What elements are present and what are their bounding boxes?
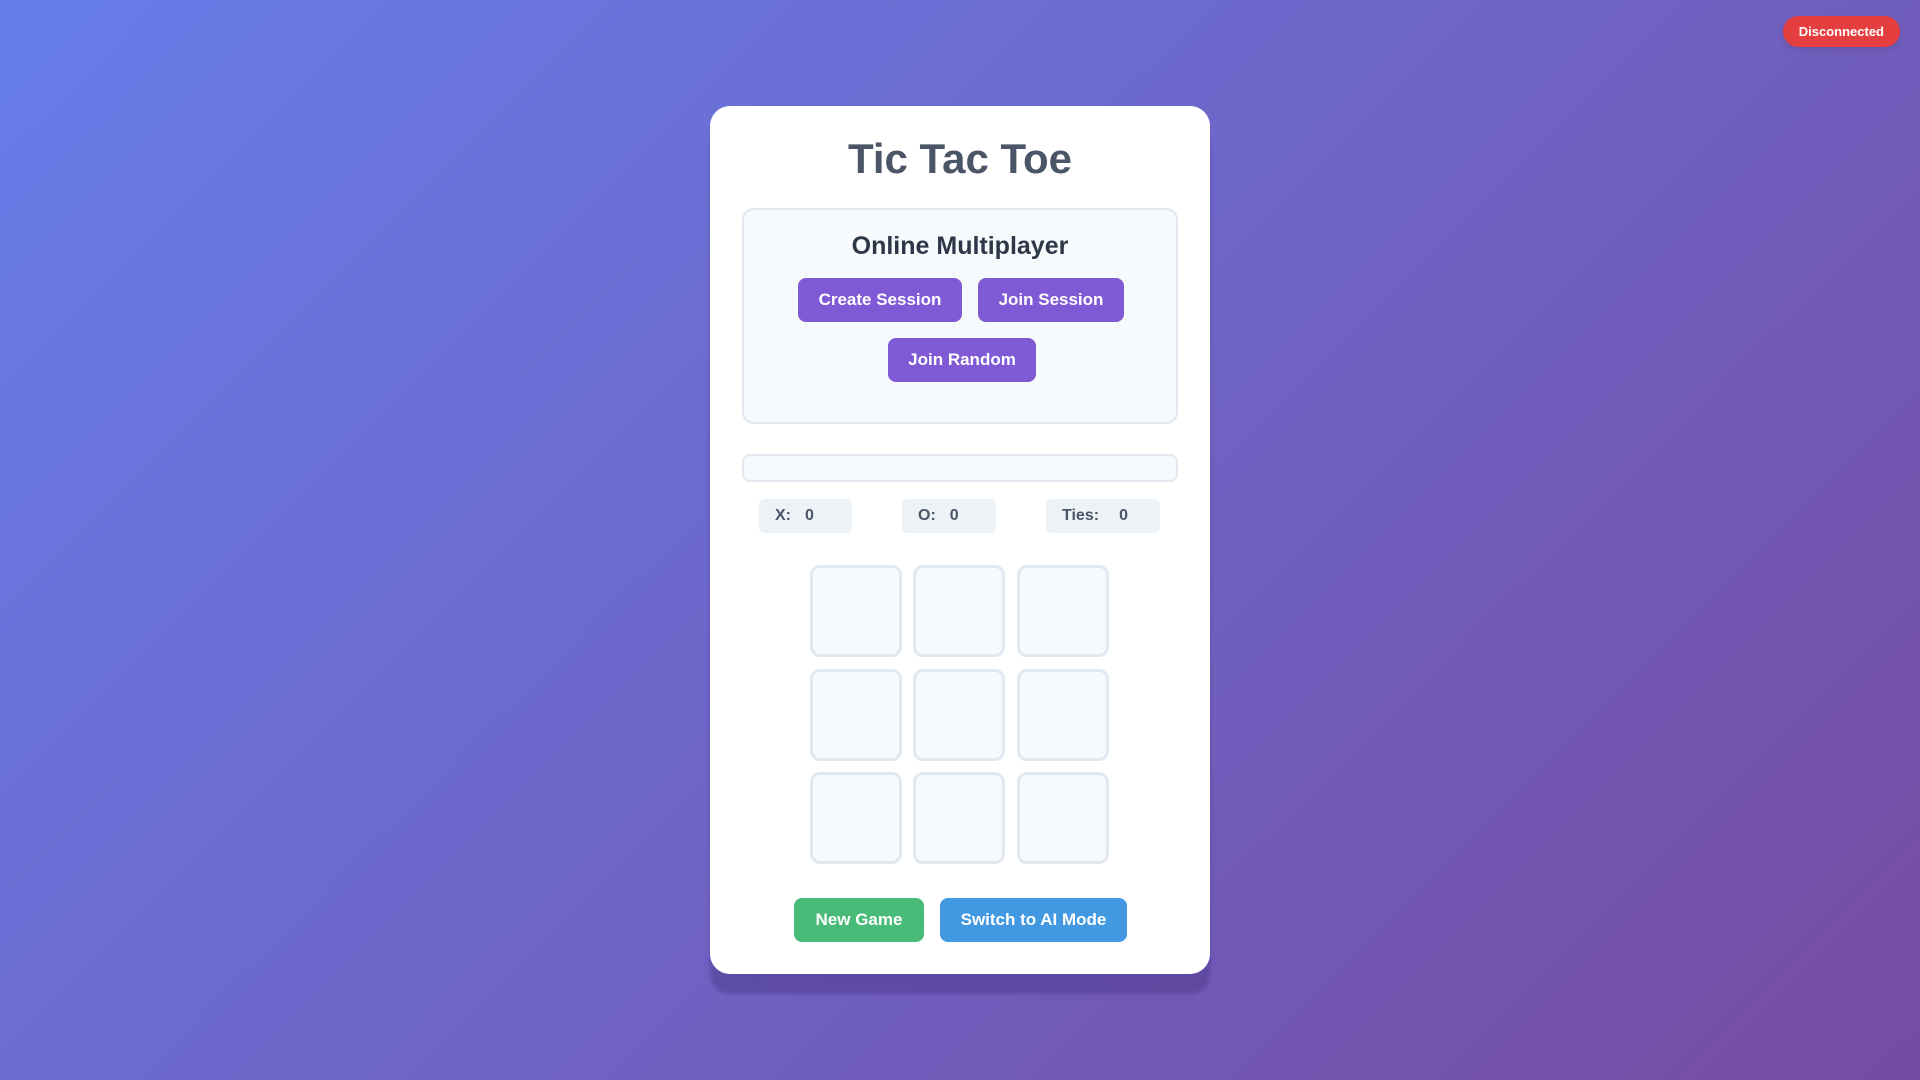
score-x: X: 0 — [759, 499, 852, 533]
board-cell-5[interactable] — [1017, 669, 1109, 761]
create-session-button[interactable]: Create Session — [798, 278, 962, 322]
game-board — [810, 565, 1110, 865]
score-x-value: 0 — [805, 507, 814, 524]
connection-status-badge: Disconnected — [1782, 16, 1900, 47]
board-cell-3[interactable] — [810, 669, 902, 761]
score-ties-value: 0 — [1119, 507, 1128, 524]
score-ties-label: Ties: — [1062, 507, 1100, 524]
game-status-message — [742, 454, 1178, 482]
page-title: Tic Tac Toe — [847, 135, 1073, 182]
multiplayer-title: Online Multiplayer — [851, 232, 1069, 260]
score-ties: Ties: 0 — [1046, 499, 1160, 533]
score-x-label: X: — [775, 507, 791, 524]
board-cell-2[interactable] — [1017, 565, 1109, 657]
board-cell-1[interactable] — [913, 565, 1005, 657]
switch-ai-mode-button[interactable]: Switch to AI Mode — [940, 898, 1127, 942]
join-session-button[interactable]: Join Session — [978, 278, 1124, 322]
score-o-label: O: — [918, 507, 936, 524]
board-cell-8[interactable] — [1017, 772, 1109, 864]
multiplayer-panel: Online Multiplayer Create Session Join S… — [742, 208, 1178, 424]
score-o-value: 0 — [949, 507, 959, 524]
board-cell-0[interactable] — [810, 565, 902, 657]
new-game-button[interactable]: New Game — [794, 898, 924, 942]
score-o: O: 0 — [902, 499, 996, 533]
join-random-button[interactable]: Join Random — [888, 338, 1036, 382]
game-card: Tic Tac Toe Online Multiplayer Create Se… — [710, 106, 1210, 974]
board-cell-6[interactable] — [810, 772, 902, 864]
board-cell-7[interactable] — [913, 772, 1005, 864]
board-cell-4[interactable] — [913, 669, 1005, 761]
